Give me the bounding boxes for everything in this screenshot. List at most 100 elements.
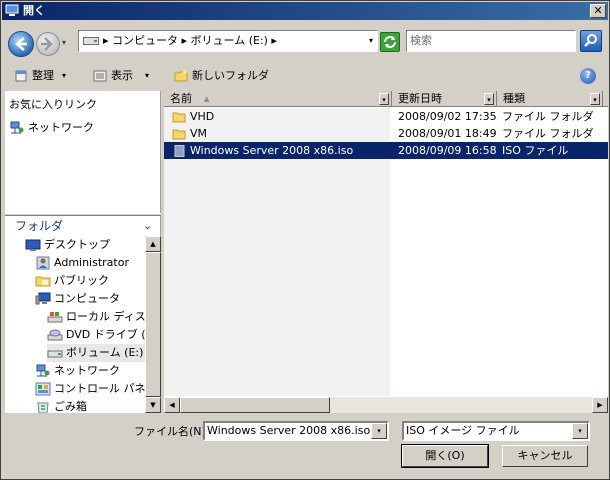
file-type: ISO ファイル <box>502 144 569 157</box>
folder-icon <box>172 112 186 123</box>
tree-item-recycle-bin[interactable]: ごみ箱 <box>35 398 87 413</box>
scroll-left-button[interactable]: ◀ <box>164 397 180 413</box>
chevron-down-icon: ▾ <box>145 71 150 80</box>
file-list: 名前 ▲ ▾ 更新日時 ▾ 種類 ▾ VHD 2008/09/02 17:35 … <box>164 91 608 413</box>
organize-label: 整理 <box>32 69 54 82</box>
file-name: VM <box>190 127 208 140</box>
new-folder-button[interactable]: 新しいフォルダ <box>174 67 269 85</box>
scroll-down-button[interactable]: ▼ <box>145 397 161 413</box>
forward-button[interactable] <box>36 32 60 56</box>
back-button[interactable] <box>8 31 34 57</box>
search-icon <box>584 34 597 47</box>
folders-header-label: フォルダ <box>15 219 64 233</box>
file-modified: 2008/09/01 18:49 <box>398 127 497 140</box>
tree-item-label: コントロール パネル <box>54 382 145 395</box>
file-list-hscrollbar[interactable]: ◀ ▶ <box>164 397 608 413</box>
tree-item-label: ネットワーク <box>54 364 120 377</box>
tree-item-volume-e[interactable]: ボリューム (E:) <box>47 344 145 362</box>
open-button[interactable]: 開く(O) <box>401 444 489 468</box>
sort-ascending-icon: ▲ <box>204 95 210 103</box>
file-name: Windows Server 2008 x86.iso <box>190 144 354 157</box>
scroll-thumb[interactable] <box>180 397 330 413</box>
filter-value: ISO イメージ ファイル <box>406 424 520 437</box>
file-name-cell: VHD <box>172 108 214 125</box>
search-input[interactable]: 検索 <box>406 30 576 52</box>
tree-item-label: ローカル ディスク <box>66 310 145 323</box>
column-header: 名前 ▲ ▾ 更新日時 ▾ 種類 ▾ <box>164 91 608 107</box>
filename-value[interactable]: Windows Server 2008 x86.iso <box>207 423 370 439</box>
file-type: ファイル フォルダ <box>502 127 594 140</box>
address-field[interactable]: ▸ コンピュータ ▸ ボリューム (E:) ▸ ▾ <box>78 30 378 52</box>
column-modified[interactable]: 更新日時 <box>392 91 497 107</box>
drive-icon <box>83 37 99 45</box>
search-placeholder: 検索 <box>410 34 432 47</box>
file-row-vm[interactable]: VM 2008/09/01 18:49 ファイル フォルダ <box>164 125 608 142</box>
back-arrow-icon <box>15 37 27 51</box>
tree-item-label: Administrator <box>54 256 129 269</box>
file-name: VHD <box>190 110 215 123</box>
column-name[interactable]: 名前 ▲ <box>164 91 392 107</box>
scroll-up-button[interactable]: ▲ <box>145 236 161 252</box>
tree-item-control-panel[interactable]: コントロール パネル <box>35 380 145 398</box>
file-row-iso[interactable]: Windows Server 2008 x86.iso 2008/09/09 1… <box>164 142 608 159</box>
tree-item-label: コンピュータ <box>54 292 120 305</box>
column-modified-dropdown[interactable]: ▾ <box>484 93 494 105</box>
forward-arrow-icon <box>41 37 53 51</box>
folder-tree-scrollbar[interactable]: ▲ ▼ <box>145 236 161 413</box>
file-modified: 2008/09/09 16:58 <box>398 144 497 157</box>
recent-pages-dropdown[interactable]: ▾ <box>62 37 72 49</box>
tree-item-public[interactable]: パブリック <box>35 272 109 290</box>
favorite-item-network[interactable]: ネットワーク <box>9 119 94 137</box>
tree-item-local-disk[interactable]: ローカル ディスク <box>47 308 145 326</box>
tree-item-computer[interactable]: コンピュータ <box>35 290 120 308</box>
computer-icon <box>35 292 51 305</box>
help-button[interactable]: ? <box>580 68 596 84</box>
file-modified: 2008/09/02 17:35 <box>398 110 497 123</box>
folder-tree: デスクトップ Administrator パブリック コンピュータ ローカル デ… <box>5 236 145 413</box>
iso-file-icon <box>174 145 185 157</box>
desktop-icon <box>25 239 41 251</box>
filter-dropdown-button[interactable]: ▾ <box>572 423 588 439</box>
file-type-filter[interactable]: ISO イメージ ファイル ▾ <box>402 421 590 441</box>
tree-item-label: デスクトップ <box>44 238 110 251</box>
control-panel-icon <box>35 382 51 396</box>
scroll-right-button[interactable]: ▶ <box>592 397 608 413</box>
refresh-icon <box>384 36 396 48</box>
column-modified-label: 更新日時 <box>398 92 442 105</box>
address-bar: ▾ ▸ コンピュータ ▸ ボリューム (E:) ▸ ▾ 検索 <box>2 21 608 63</box>
file-row-vhd[interactable]: VHD 2008/09/02 17:35 ファイル フォルダ <box>164 108 608 125</box>
new-folder-icon <box>174 70 188 82</box>
title-bar: 開く ✕ <box>2 2 608 20</box>
file-name-cell: Windows Server 2008 x86.iso <box>172 142 353 159</box>
close-button[interactable]: ✕ <box>590 4 606 18</box>
scroll-thumb[interactable] <box>145 252 161 397</box>
tree-item-label: ごみ箱 <box>54 400 87 413</box>
search-button[interactable] <box>580 30 602 52</box>
breadcrumb[interactable]: ▸ コンピュータ ▸ ボリューム (E:) ▸ <box>103 31 277 51</box>
drive-icon <box>47 350 63 358</box>
new-folder-label: 新しいフォルダ <box>192 69 269 82</box>
tree-item-desktop[interactable]: デスクトップ <box>25 236 110 254</box>
address-dropdown-icon[interactable]: ▾ <box>369 36 373 45</box>
filename-field[interactable]: Windows Server 2008 x86.iso ▾ <box>203 421 389 441</box>
organize-button[interactable]: 整理 ▾ <box>14 67 66 85</box>
window-title: 開く <box>23 4 45 17</box>
tree-item-network[interactable]: ネットワーク <box>35 362 120 380</box>
filename-dropdown-button[interactable]: ▾ <box>371 423 387 439</box>
network-icon <box>36 364 50 377</box>
view-button[interactable]: 表示 ▾ <box>93 67 149 85</box>
folder-icon <box>35 276 51 287</box>
column-name-dropdown[interactable]: ▾ <box>379 93 389 105</box>
cancel-button[interactable]: キャンセル <box>502 445 588 467</box>
column-type[interactable]: 種類 <box>497 91 603 107</box>
tree-item-label: ボリューム (E:) <box>66 346 144 359</box>
dvd-icon <box>47 329 63 341</box>
column-type-dropdown[interactable]: ▾ <box>590 93 600 105</box>
favorite-links-label[interactable]: お気に入りリンク <box>9 96 97 114</box>
refresh-button[interactable] <box>380 32 400 52</box>
folders-header[interactable]: フォルダ ⌄ <box>5 216 161 236</box>
view-icon <box>93 70 107 82</box>
computer-icon <box>5 4 19 16</box>
tree-item-administrator[interactable]: Administrator <box>35 254 129 272</box>
tree-item-dvd-drive[interactable]: DVD ドライブ (D <box>47 326 145 344</box>
